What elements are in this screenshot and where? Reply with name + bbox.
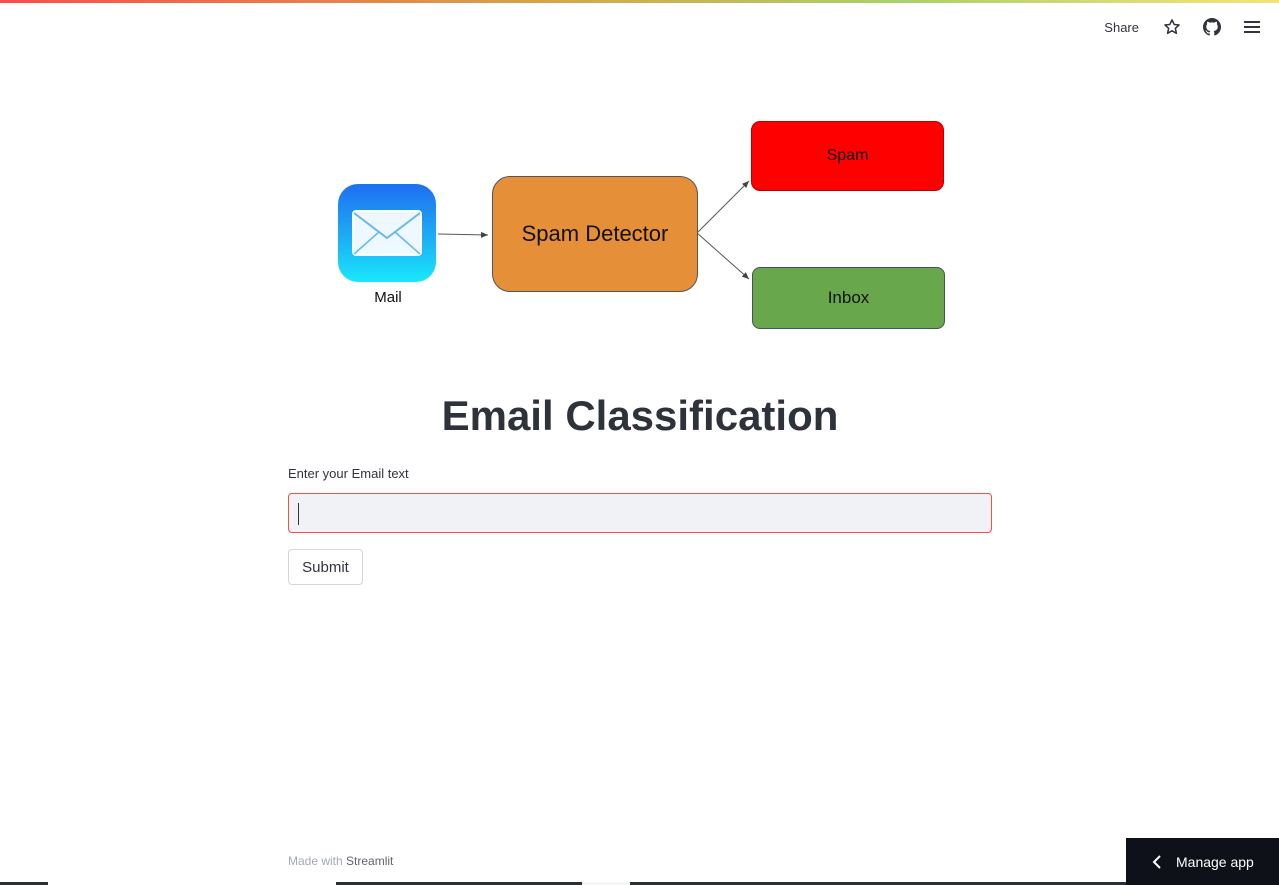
email-text-label: Enter your Email text — [288, 466, 409, 481]
spam-detector-box: Spam Detector — [492, 176, 698, 292]
top-decoration-stripe — [0, 0, 1279, 3]
page-title: Email Classification — [441, 392, 839, 439]
app-page: Share Mail Spam Detector Spam Inbox Emai… — [0, 0, 1279, 885]
mail-app-icon — [338, 184, 436, 282]
streamlit-link[interactable]: Streamlit — [346, 854, 393, 868]
manage-app-label: Manage app — [1176, 853, 1254, 870]
chevron-left-icon — [1152, 854, 1162, 869]
footer-made-with: Made with — [288, 854, 343, 868]
hamburger-menu-icon[interactable] — [1239, 14, 1265, 40]
github-icon[interactable] — [1199, 14, 1225, 40]
spam-detector-diagram: Mail Spam Detector Spam Inbox — [330, 115, 950, 335]
star-icon[interactable] — [1159, 14, 1185, 40]
email-text-input[interactable] — [288, 493, 992, 533]
manage-app-button[interactable]: Manage app — [1126, 838, 1279, 885]
submit-button[interactable]: Submit — [288, 549, 363, 585]
header-toolbar: Share — [1098, 14, 1265, 40]
text-caret — [298, 503, 299, 525]
inbox-box: Inbox — [752, 267, 945, 329]
share-button[interactable]: Share — [1098, 16, 1145, 39]
footer: Made with Streamlit — [288, 854, 393, 868]
mail-label: Mail — [374, 289, 402, 306]
spam-box: Spam — [751, 121, 944, 191]
